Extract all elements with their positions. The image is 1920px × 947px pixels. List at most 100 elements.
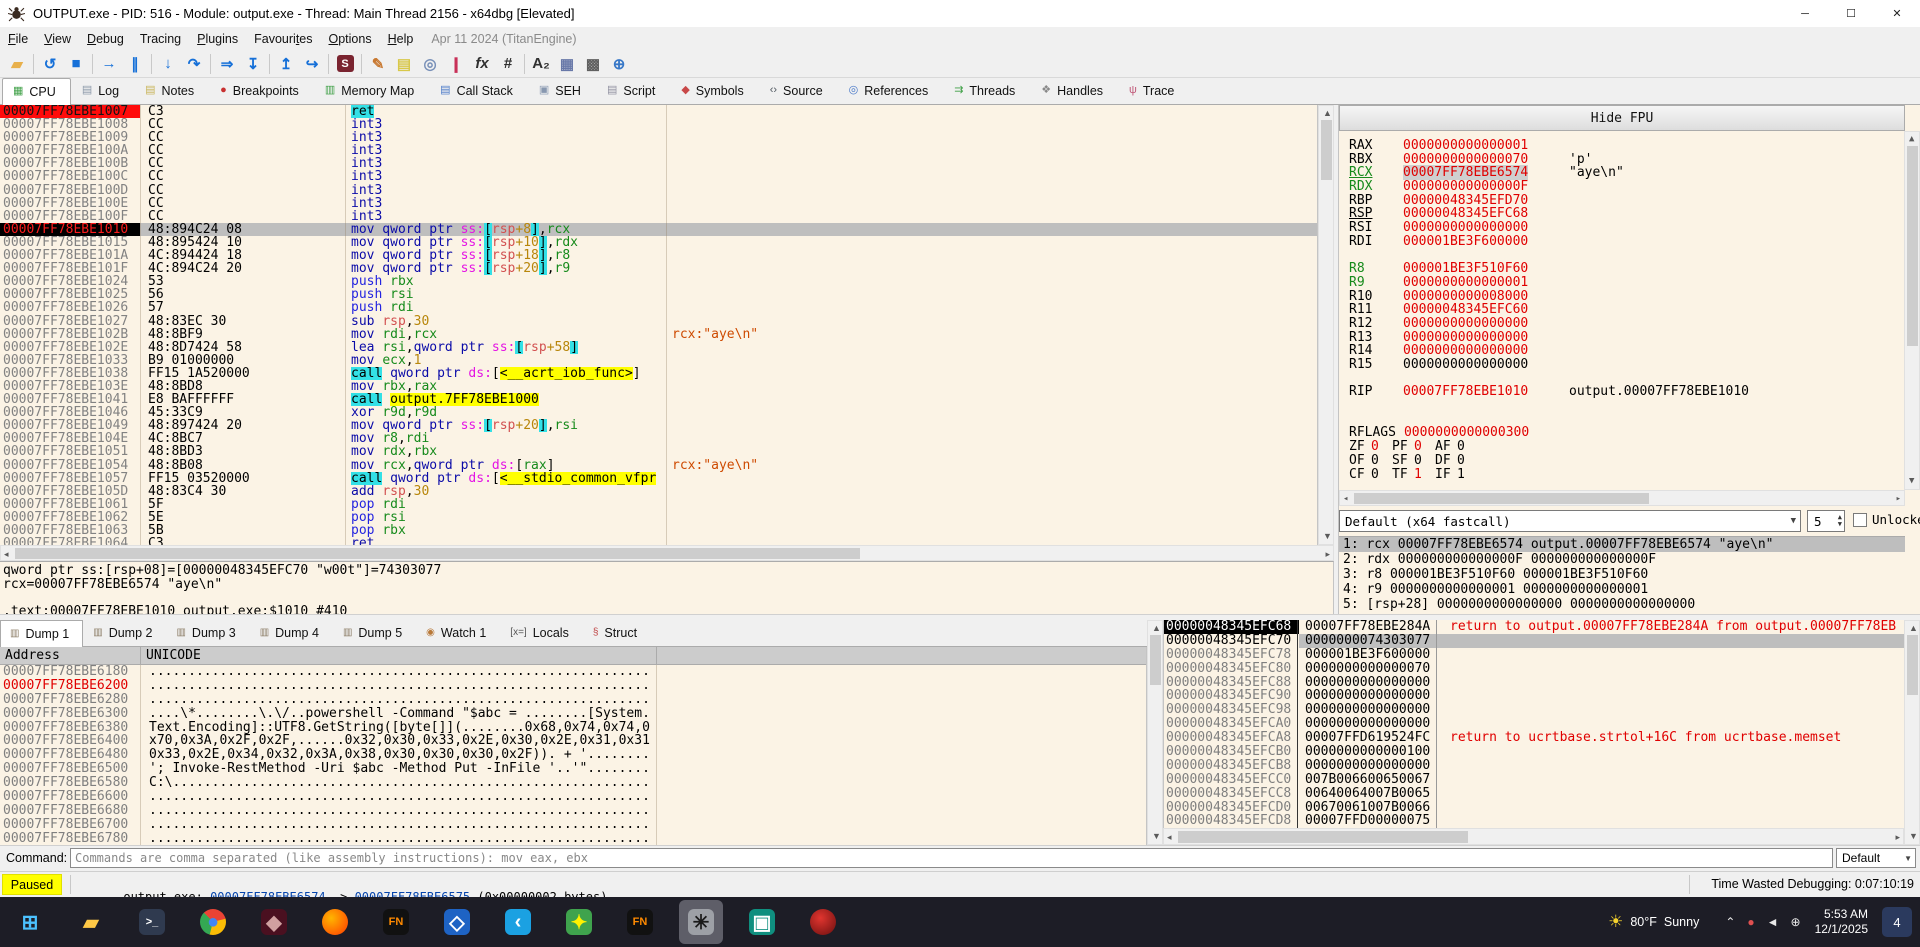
step-over-icon[interactable]: ↷ bbox=[181, 52, 207, 76]
tab-handles[interactable]: ❖Handles bbox=[1030, 77, 1118, 104]
tab-log[interactable]: ▤Log bbox=[71, 77, 134, 104]
run-icon[interactable]: → bbox=[96, 52, 122, 76]
disasm-row[interactable]: 00007FF78EBE100ECCint3 bbox=[0, 197, 1317, 210]
disasm-row[interactable]: 00007FF78EBE1057FF15 03520000call qword … bbox=[0, 472, 1317, 485]
disasm-row[interactable]: 00007FF78EBE104948:897424 20mov qword pt… bbox=[0, 419, 1317, 432]
unlocked-checkbox[interactable] bbox=[1853, 513, 1867, 527]
stack-row[interactable]: 00000048345EFC6800007FF78EBE284Areturn t… bbox=[1164, 620, 1904, 634]
register-row[interactable]: RSI0000000000000000 bbox=[1339, 220, 1905, 234]
menu-favourites[interactable]: Favourites bbox=[246, 29, 320, 49]
menu-tracing[interactable]: Tracing bbox=[132, 29, 189, 49]
disassembly-view[interactable]: 00007FF78EBE1007C3ret00007FF78EBE1008CCi… bbox=[0, 105, 1318, 545]
register-row[interactable]: R1100000048345EFC60 bbox=[1339, 302, 1905, 316]
tab-seh[interactable]: ▣SEH bbox=[528, 77, 596, 104]
tab-call-stack[interactable]: ▤Call Stack bbox=[429, 77, 528, 104]
argument-row[interactable]: 5: [rsp+28] 0000000000000000 00000000000… bbox=[1339, 597, 1905, 612]
disasm-row[interactable]: 00007FF78EBE102453push rbx bbox=[0, 275, 1317, 288]
disasm-row[interactable]: 00007FF78EBE102B48:8BF9mov rdi,rcxrcx:"a… bbox=[0, 328, 1317, 341]
menu-help[interactable]: Help bbox=[380, 29, 422, 49]
menu-plugins[interactable]: Plugins bbox=[189, 29, 246, 49]
disassembly-vscrollbar[interactable]: ▲ ▼ bbox=[1318, 105, 1334, 545]
argument-row[interactable]: 1: rcx 00007FF78EBE6574 output.00007FF78… bbox=[1339, 537, 1905, 552]
dump-row[interactable]: 00007FF78EBE6780........................… bbox=[0, 832, 1146, 845]
tab-struct[interactable]: §Struct bbox=[583, 619, 651, 646]
stack-row[interactable]: 00000048345EFCA00000000000000000 bbox=[1164, 717, 1904, 731]
stop-icon[interactable]: ■ bbox=[63, 52, 89, 76]
dump-row[interactable]: 00007FF78EBE6700........................… bbox=[0, 818, 1146, 832]
disassembly-hscrollbar[interactable]: ◂ ▸ bbox=[0, 545, 1334, 561]
register-row[interactable]: R100000000000008000 bbox=[1339, 289, 1905, 303]
notification-badge[interactable]: 4 bbox=[1882, 907, 1912, 937]
taskbar-clock[interactable]: 5:53 AM 12/1/2025 bbox=[1815, 907, 1868, 937]
tab-dump-3[interactable]: ▥Dump 3 bbox=[166, 619, 249, 646]
app-green[interactable]: ✦ bbox=[557, 900, 601, 944]
flags-row[interactable]: CF0TF1IF1 bbox=[1339, 467, 1905, 481]
disasm-row[interactable]: 00007FF78EBE105448:8B08mov rcx,qword ptr… bbox=[0, 459, 1317, 472]
register-row[interactable]: R130000000000000000 bbox=[1339, 330, 1905, 344]
tray-volume-icon[interactable]: ◄ bbox=[1767, 915, 1779, 929]
disasm-row[interactable]: 00007FF78EBE104645:33C9xor r9d,r9d bbox=[0, 406, 1317, 419]
tab-locals[interactable]: [x=]Locals bbox=[500, 619, 583, 646]
animate-icon[interactable]: S bbox=[332, 52, 358, 76]
register-list[interactable]: RAX0000000000000001RBX0000000000000070'p… bbox=[1339, 131, 1905, 490]
step-down-icon[interactable]: ↧ bbox=[240, 52, 266, 76]
calling-convention-select[interactable]: Default (x64 fastcall) ▼ bbox=[1339, 510, 1801, 532]
opera-gx[interactable] bbox=[801, 900, 845, 944]
close-button[interactable]: ✕ bbox=[1874, 0, 1920, 27]
dump-row[interactable]: 00007FF78EBE6500'; Invoke-RestMethod -Ur… bbox=[0, 762, 1146, 776]
stack-row[interactable]: 00000048345EFCC800640064007B0065 bbox=[1164, 787, 1904, 801]
tab-symbols[interactable]: ◆Symbols bbox=[670, 77, 758, 104]
disasm-row[interactable]: 00007FF78EBE102556push rsi bbox=[0, 288, 1317, 301]
menu-debug[interactable]: Debug bbox=[79, 29, 132, 49]
disasm-row[interactable]: 00007FF78EBE10615Fpop rdi bbox=[0, 498, 1317, 511]
disasm-row[interactable]: 00007FF78EBE10635Bpop rbx bbox=[0, 524, 1317, 537]
terminal-app[interactable]: >_ bbox=[130, 900, 174, 944]
dump-row[interactable]: 00007FF78EBE6200........................… bbox=[0, 679, 1146, 693]
run-to-cursor-icon[interactable]: ⇒ bbox=[214, 52, 240, 76]
stack-row[interactable]: 00000048345EFCD000670061007B0066 bbox=[1164, 801, 1904, 815]
stack-row[interactable]: 00000048345EFC900000000000000000 bbox=[1164, 689, 1904, 703]
stack-row[interactable]: 00000048345EFC880000000000000000 bbox=[1164, 676, 1904, 690]
menu-file[interactable]: File bbox=[0, 29, 36, 49]
registers-vscrollbar[interactable]: ▲ ▼ bbox=[1904, 131, 1920, 490]
disasm-row[interactable]: 00007FF78EBE100ACCint3 bbox=[0, 144, 1317, 157]
stack-view[interactable]: 00000048345EFC6800007FF78EBE284Areturn t… bbox=[1163, 620, 1904, 828]
dump-row[interactable]: 00007FF78EBE6680........................… bbox=[0, 804, 1146, 818]
dump-view[interactable]: Address UNICODE 00007FF78EBE6180........… bbox=[0, 647, 1147, 845]
argument-depth-spinner[interactable]: 5 ▲▼ bbox=[1807, 510, 1845, 532]
arguments-view[interactable]: 1: rcx 00007FF78EBE6574 output.00007FF78… bbox=[1339, 536, 1905, 614]
tab-notes[interactable]: ▤Notes bbox=[134, 77, 209, 104]
comment-icon[interactable]: ▤ bbox=[391, 52, 417, 76]
tab-dump-2[interactable]: ▥Dump 2 bbox=[83, 619, 166, 646]
disasm-row[interactable]: 00007FF78EBE104E4C:8BC7mov r8,rdi bbox=[0, 432, 1317, 445]
tab-memory-map[interactable]: ▥Memory Map bbox=[314, 77, 429, 104]
dump-row[interactable]: 00007FF78EBE6280........................… bbox=[0, 693, 1146, 707]
disasm-row[interactable]: 00007FF78EBE1009CCint3 bbox=[0, 131, 1317, 144]
dump-row[interactable]: 00007FF78EBE6600........................… bbox=[0, 790, 1146, 804]
stack-row[interactable]: 00000048345EFCC0007B006600650067 bbox=[1164, 773, 1904, 787]
stack-row[interactable]: 00000048345EFCB00000000000000100 bbox=[1164, 745, 1904, 759]
disasm-row[interactable]: 00007FF78EBE101F4C:894C24 20mov qword pt… bbox=[0, 262, 1317, 275]
dump-vscrollbar[interactable]: ▲ ▼ bbox=[1147, 620, 1163, 845]
calculator-icon[interactable]: ▩ bbox=[580, 52, 606, 76]
flags-row[interactable]: OF0SF0DF0 bbox=[1339, 453, 1905, 467]
function-icon[interactable]: fx bbox=[469, 52, 495, 76]
tray-alert-icon[interactable]: ● bbox=[1747, 915, 1754, 929]
disasm-row[interactable]: 00007FF78EBE105148:8BD3mov rdx,rbx bbox=[0, 445, 1317, 458]
register-row[interactable]: R150000000000000000 bbox=[1339, 357, 1905, 371]
preferences-globe-icon[interactable]: ⊕ bbox=[606, 52, 632, 76]
tray-network-icon[interactable]: ⊕ bbox=[1791, 915, 1801, 929]
disasm-row[interactable]: 00007FF78EBE1041E8 BAFFFFFFcall output.7… bbox=[0, 393, 1317, 406]
register-row[interactable]: R90000000000000001 bbox=[1339, 275, 1905, 289]
register-row[interactable]: R8000001BE3F510F60 bbox=[1339, 261, 1905, 275]
disasm-row[interactable]: 00007FF78EBE102657push rdi bbox=[0, 301, 1317, 314]
register-row[interactable]: RAX0000000000000001 bbox=[1339, 138, 1905, 152]
file-explorer[interactable]: ▰ bbox=[69, 900, 113, 944]
command-mode-dropdown[interactable]: Default ▼ bbox=[1836, 848, 1916, 868]
pause-icon[interactable]: ∥ bbox=[122, 52, 148, 76]
menu-view[interactable]: View bbox=[36, 29, 79, 49]
dump-row[interactable]: 00007FF78EBE6580C:\.....................… bbox=[0, 776, 1146, 790]
tray-chevron-up-icon[interactable]: ⌃ bbox=[1725, 915, 1735, 929]
step-out-icon[interactable]: ↥ bbox=[273, 52, 299, 76]
register-row[interactable]: RSP00000048345EFC68 bbox=[1339, 206, 1905, 220]
